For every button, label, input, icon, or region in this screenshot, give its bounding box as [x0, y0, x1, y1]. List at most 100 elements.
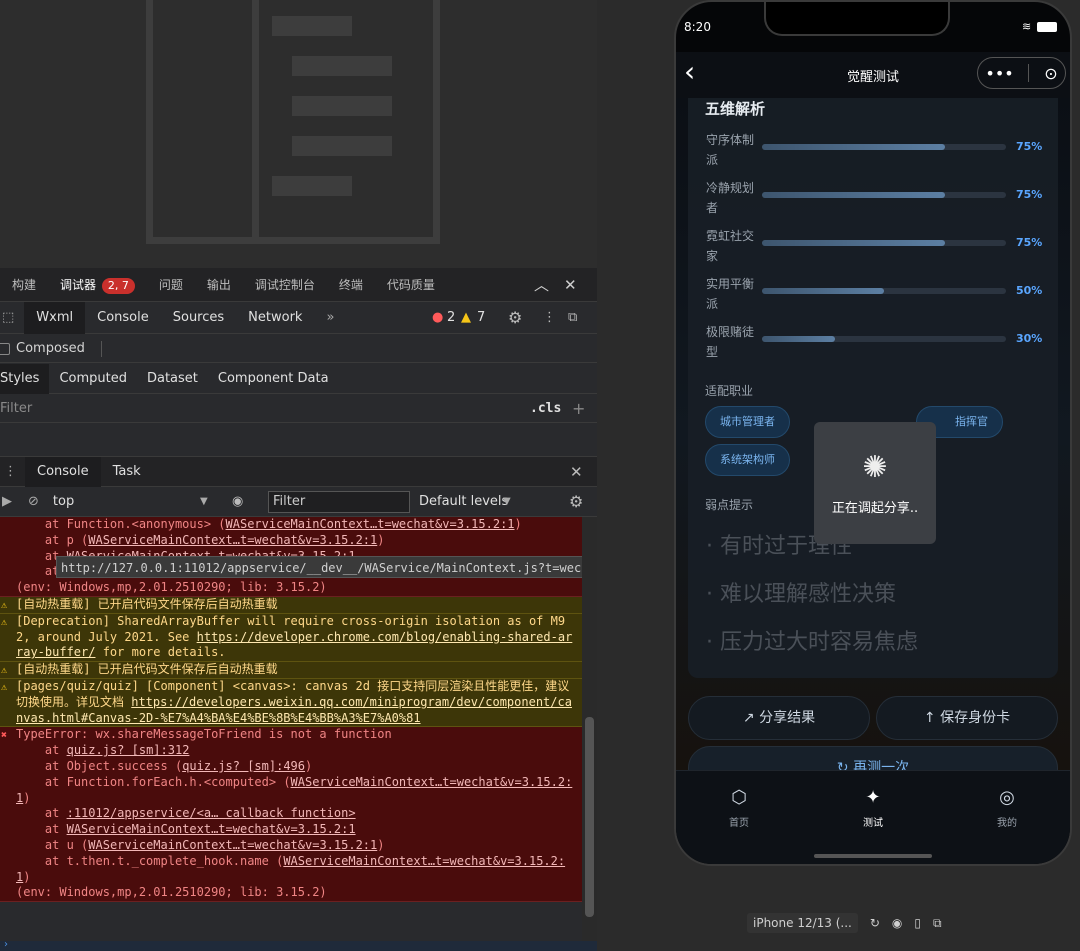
- warning-count[interactable]: 7: [477, 310, 485, 325]
- section-title: 五维解析: [705, 100, 766, 118]
- job-tag[interactable]: 城市管理者: [705, 406, 790, 438]
- scrollbar-thumb[interactable]: [585, 717, 594, 917]
- log-levels-select[interactable]: Default levels: [419, 494, 508, 509]
- tabbar-label: 首页: [729, 818, 749, 829]
- sidebar-toggle-icon[interactable]: ▶: [0, 494, 22, 509]
- console-filter-input[interactable]: Filter: [268, 490, 410, 513]
- console-error-entry: ✖ TypeError: wx.shareMessageToFriend is n…: [0, 727, 582, 903]
- tab-network[interactable]: Network: [236, 302, 314, 334]
- tabbar-item-profile[interactable]: ◎ 我的: [977, 787, 1037, 829]
- error-count[interactable]: 2: [447, 310, 455, 325]
- drawer-tab-task[interactable]: Task: [101, 457, 153, 487]
- phone-icon[interactable]: ▯: [914, 916, 921, 930]
- tab-component-data[interactable]: Component Data: [208, 364, 339, 394]
- page-content: 五维解析 守序体制派 75% 冷静规划者 75% 霓虹社交家 75% 实用平衡派 50% 极限赌…: [676, 98, 1070, 770]
- log-text: ): [377, 837, 385, 852]
- eye-icon[interactable]: ◉: [232, 494, 243, 509]
- dimension-percent: 75%: [1016, 188, 1043, 201]
- tab-output[interactable]: 输出: [195, 268, 243, 302]
- source-link[interactable]: WAServiceMainContext…t=wechat&v=3.15.2:1: [67, 822, 356, 836]
- log-line: at :11012/appservice/<a… callback functi…: [16, 806, 574, 822]
- chevron-down-icon[interactable]: ▼: [503, 496, 511, 507]
- context-select[interactable]: top: [53, 494, 74, 509]
- warning-icon: ⚠: [1, 599, 8, 611]
- cls-button[interactable]: .cls: [530, 401, 561, 416]
- source-link[interactable]: quiz.js? [sm]:496: [182, 759, 305, 773]
- tab-build[interactable]: 构建: [0, 268, 48, 302]
- wxml-preview: [0, 0, 597, 268]
- retest-button[interactable]: ↻ 再测一次: [688, 746, 1058, 770]
- source-link[interactable]: quiz.js? [sm]:312: [67, 743, 190, 757]
- dimension-fill: [762, 240, 945, 246]
- error-icon: ●: [432, 310, 444, 325]
- log-line: [Deprecation] SharedArrayBuffer will req…: [16, 614, 574, 661]
- tab-wxml[interactable]: Wxml: [24, 301, 86, 334]
- add-rule-button[interactable]: +: [572, 399, 585, 418]
- tab-debug-console[interactable]: 调试控制台: [243, 268, 327, 302]
- tab-sources[interactable]: Sources: [161, 302, 236, 334]
- toast-text: 正在调起分享..: [831, 501, 919, 516]
- styles-filter-input[interactable]: Filter: [0, 401, 32, 416]
- weakness-item: · 难以理解感性决策: [706, 582, 896, 607]
- log-text: at: [16, 743, 67, 758]
- warning-icon: ⚠: [1, 681, 8, 693]
- log-text: ): [377, 532, 385, 547]
- source-link[interactable]: WAServiceMainContext…t=wechat&v=3.15.2:1: [88, 838, 377, 852]
- tab-console[interactable]: Console: [85, 302, 161, 334]
- inspect-icon[interactable]: ⬚: [0, 310, 24, 325]
- save-card-button[interactable]: ↑ 保存身份卡: [876, 696, 1058, 740]
- tab-debugger[interactable]: 调试器 2, 7: [48, 268, 147, 302]
- tabbar-item-home[interactable]: ⬡ 首页: [709, 787, 769, 829]
- multi-window-icon[interactable]: ⧉: [933, 916, 942, 931]
- composed-row: Composed: [0, 335, 597, 363]
- device-select[interactable]: iPhone 12/13 (...: [747, 913, 858, 933]
- more-dots-icon[interactable]: •••: [985, 64, 1013, 83]
- profile-icon: ◎: [999, 787, 1015, 808]
- tab-styles[interactable]: Styles: [0, 363, 50, 394]
- log-line: at u (WAServiceMainContext…t=wechat&v=3.…: [16, 838, 574, 854]
- console-settings-icon[interactable]: ⚙: [569, 492, 583, 511]
- simulator-panel: 8:20 ≋ ‹ 觉醒测试 ••• ⊙ 五维解析 守序体制派 75% 冷静规划者 75…: [597, 0, 1080, 951]
- tab-terminal[interactable]: 终端: [327, 268, 375, 302]
- log-text: (env: Windows,mp,2.01.2510290; lib: 3.15…: [16, 580, 327, 595]
- drawer-menu-icon[interactable]: ⋮: [0, 464, 25, 479]
- tabbar-label: 测试: [863, 818, 883, 829]
- source-link[interactable]: WAServiceMainContext…t=wechat&v=3.15.2:1: [226, 517, 515, 531]
- undock-icon[interactable]: ⧉: [568, 310, 577, 325]
- console-warning-entry: ⚠ [自动热重载] 已开启代码文件保存后自动热重载: [0, 662, 582, 679]
- more-tabs-button[interactable]: »: [314, 302, 346, 334]
- warning-icon: ⚠: [1, 665, 8, 677]
- console-scrollbar[interactable]: [582, 517, 597, 951]
- job-tag[interactable]: 系统架构师: [705, 444, 790, 476]
- rotate-icon[interactable]: ↻: [870, 916, 880, 930]
- tab-code-quality[interactable]: 代码质量: [375, 268, 447, 302]
- dimension-percent: 30%: [1016, 332, 1043, 345]
- chevron-down-icon[interactable]: ▼: [200, 496, 208, 507]
- share-result-button[interactable]: ↗ 分享结果: [688, 696, 870, 740]
- drawer-tab-console[interactable]: Console: [25, 456, 101, 487]
- log-line: (env: Windows,mp,2.01.2510290; lib: 3.15…: [16, 885, 574, 901]
- tabbar-item-test[interactable]: ✦ 测试: [843, 787, 903, 829]
- tab-computed[interactable]: Computed: [49, 364, 137, 394]
- gear-icon[interactable]: ⚙: [508, 308, 522, 327]
- close-drawer-icon[interactable]: ✕: [570, 463, 583, 481]
- dimension-fill: [762, 144, 945, 150]
- kebab-menu-icon[interactable]: ⋮: [543, 310, 556, 325]
- clear-console-icon[interactable]: ⊘: [22, 494, 53, 509]
- devtools-main-tabs: 构建 调试器 2, 7 问题 输出 调试控制台 终端 代码质量 ︿ ✕: [0, 268, 597, 302]
- close-icon[interactable]: ✕: [564, 268, 577, 302]
- log-line: at Function.<anonymous> (WAServiceMainCo…: [16, 517, 574, 533]
- source-link[interactable]: WAServiceMainContext…t=wechat&v=3.15.2:1: [88, 533, 377, 547]
- preview-frame: [146, 0, 440, 244]
- tab-issues[interactable]: 问题: [147, 268, 195, 302]
- tab-dataset[interactable]: Dataset: [137, 364, 208, 394]
- chevron-up-icon[interactable]: ︿: [534, 268, 549, 302]
- stop-icon[interactable]: ◉: [892, 916, 902, 930]
- console-prompt[interactable]: ›: [0, 939, 597, 951]
- close-miniprogram-icon[interactable]: ⊙: [1044, 64, 1057, 83]
- phone-notch: [764, 2, 950, 36]
- dimension-track: [762, 192, 1006, 198]
- source-link[interactable]: :11012/appservice/<a… callback function>: [67, 806, 356, 820]
- composed-checkbox[interactable]: [0, 342, 10, 355]
- devtools-panel: 构建 调试器 2, 7 问题 输出 调试控制台 终端 代码质量 ︿ ✕ ⬚ Wx…: [0, 0, 597, 951]
